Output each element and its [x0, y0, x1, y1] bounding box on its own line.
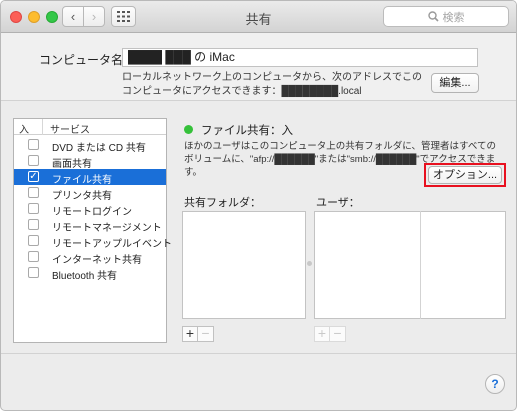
- service-row[interactable]: リモートログイン: [14, 201, 166, 218]
- split-handle[interactable]: [307, 261, 312, 266]
- service-row[interactable]: リモートマネージメント: [14, 217, 166, 234]
- service-checkbox[interactable]: [28, 219, 39, 230]
- users-list[interactable]: [314, 211, 506, 319]
- column-divider: [42, 119, 43, 135]
- service-label: プリンタ共有: [52, 191, 112, 202]
- computer-address-description: ローカルネットワーク上のコンピュータから、次のアドレスでこのコンピュータにアクセ…: [122, 72, 422, 97]
- status-indicator: [184, 125, 193, 134]
- column-header-service: サービス: [50, 125, 90, 136]
- service-label: 画面共有: [52, 159, 92, 170]
- service-checkbox[interactable]: [28, 155, 39, 166]
- computer-name-section: コンピュータ名： ████ ███ の iMac ローカルネットワーク上のコンピ…: [1, 33, 516, 101]
- service-label: リモートログイン: [52, 207, 132, 218]
- shared-folders-label: 共有フォルダ：: [184, 197, 261, 209]
- service-checkbox[interactable]: [28, 203, 39, 214]
- computer-name-field[interactable]: ████ ███ の iMac: [122, 48, 478, 67]
- remove-user-button[interactable]: −: [330, 326, 346, 342]
- bottom-divider: [1, 353, 516, 354]
- service-row[interactable]: インターネット共有: [14, 249, 166, 266]
- column-header-on: 入: [19, 125, 29, 136]
- service-checkbox[interactable]: [28, 267, 39, 278]
- service-label: DVD または CD 共有: [52, 143, 146, 154]
- service-row[interactable]: 画面共有: [14, 153, 166, 170]
- service-checkbox[interactable]: [28, 251, 39, 262]
- folder-plus-minus: + −: [182, 326, 214, 342]
- service-label: リモートマネージメント: [52, 223, 162, 234]
- help-button[interactable]: ?: [485, 374, 505, 394]
- service-label: Bluetooth 共有: [52, 271, 118, 282]
- service-row[interactable]: プリンタ共有: [14, 185, 166, 202]
- service-checkbox[interactable]: ✓: [28, 171, 39, 182]
- service-label: ファイル共有: [52, 175, 112, 186]
- service-status: ファイル共有：入: [201, 125, 293, 137]
- add-folder-button[interactable]: +: [182, 326, 198, 342]
- remove-folder-button[interactable]: −: [198, 326, 214, 342]
- service-row[interactable]: リモートアップルイベント: [14, 233, 172, 250]
- users-permission-divider: [420, 211, 421, 319]
- help-icon: ?: [491, 377, 499, 391]
- title-bar: ‹ › 共有 検索: [1, 1, 516, 33]
- shared-folders-list[interactable]: [182, 211, 306, 319]
- computer-name-label: コンピュータ名：: [39, 53, 136, 67]
- sharing-window: ‹ › 共有 検索 コンピュータ名： ████ ███ の iMac ローカルネ…: [0, 0, 517, 411]
- options-button[interactable]: オプション...: [428, 166, 502, 184]
- search-icon: [427, 11, 439, 22]
- service-checkbox[interactable]: [28, 187, 39, 198]
- service-list-header: 入 サービス: [14, 119, 166, 136]
- service-label: インターネット共有: [52, 255, 142, 266]
- edit-button[interactable]: 編集...: [431, 73, 479, 93]
- service-row[interactable]: ✓ ファイル共有: [14, 169, 166, 186]
- service-checkbox[interactable]: [28, 139, 39, 150]
- service-label: リモートアップルイベント: [52, 239, 172, 250]
- user-plus-minus: + −: [314, 326, 346, 342]
- service-checkbox[interactable]: [28, 235, 39, 246]
- users-label: ユーザ：: [316, 197, 360, 209]
- add-user-button[interactable]: +: [314, 326, 330, 342]
- service-row[interactable]: DVD または CD 共有: [14, 137, 166, 154]
- service-row[interactable]: Bluetooth 共有: [14, 265, 166, 282]
- search-placeholder: 検索: [442, 11, 465, 24]
- service-list: 入 サービス DVD または CD 共有 画面共有 ✓ ファイル共有 プリンタ共有リモー…: [13, 118, 172, 343]
- search-field[interactable]: 検索: [383, 6, 509, 27]
